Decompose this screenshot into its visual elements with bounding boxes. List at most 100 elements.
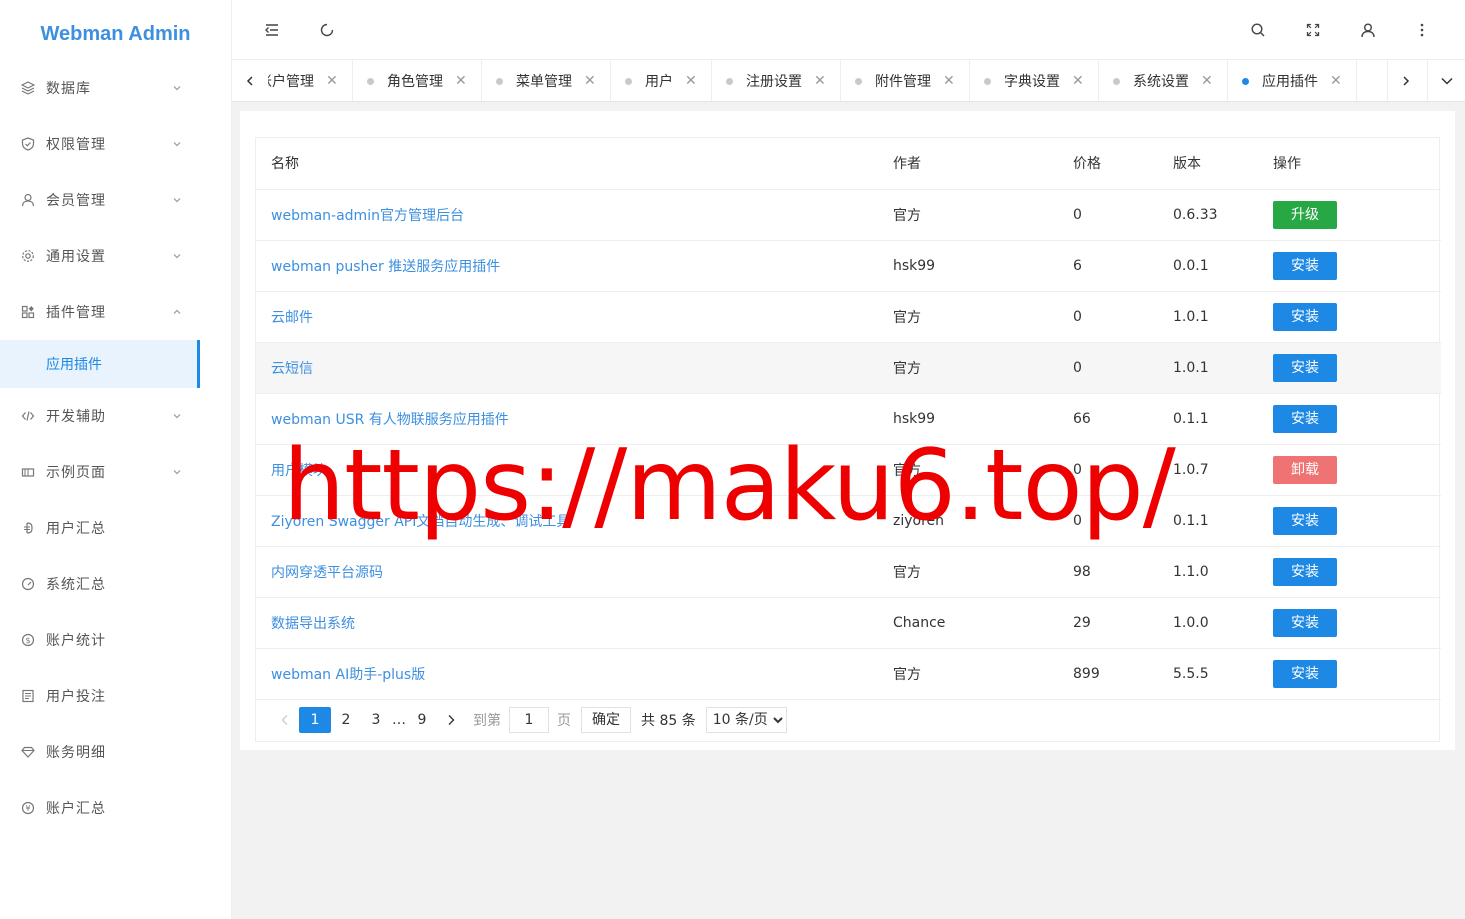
yen-circle-icon: ¥ xyxy=(20,800,36,816)
plugin-version: 1.0.7 xyxy=(1158,444,1258,496)
plugin-name-link[interactable]: webman-admin官方管理后台 xyxy=(271,208,464,224)
tab-scroll-left-button[interactable] xyxy=(232,60,268,101)
plugin-author: 官方 xyxy=(878,648,1058,700)
page-ellipsis[interactable]: … xyxy=(391,712,407,728)
page-size-select[interactable]: 10 条/页 xyxy=(705,707,787,733)
chevron-down-icon xyxy=(172,139,182,149)
tab-strip: 账户管理 ✕ 角色管理 ✕ 菜单管理 ✕ 用户 ✕ 注册设置 ✕ 附件管理 ✕ xyxy=(268,60,1384,101)
sidebar-item-database[interactable]: 数据库 xyxy=(0,60,231,116)
sidebar-item-account-details[interactable]: 账务明细 xyxy=(0,724,231,780)
tab-role-management[interactable]: 角色管理 ✕ xyxy=(353,60,482,101)
table-row: 用户模块 官方 0 1.0.7 卸载 xyxy=(256,444,1441,496)
install-button[interactable]: 安装 xyxy=(1273,353,1337,382)
plugin-name-link[interactable]: 内网穿透平台源码 xyxy=(271,565,383,581)
tab-users[interactable]: 用户 ✕ xyxy=(611,60,712,101)
install-button[interactable]: 安装 xyxy=(1273,251,1337,280)
table-row: 内网穿透平台源码 官方 98 1.1.0 安装 xyxy=(256,546,1441,598)
sidebar-item-members[interactable]: 会员管理 xyxy=(0,172,231,228)
page-1-button[interactable]: 1 xyxy=(299,707,331,733)
install-button[interactable]: 安装 xyxy=(1273,659,1337,688)
plugin-name-link[interactable]: 用户模块 xyxy=(271,463,327,479)
sidebar-subitem-app-plugins[interactable]: 应用插件 xyxy=(0,340,200,388)
close-icon[interactable]: ✕ xyxy=(943,73,955,89)
install-button[interactable]: 安装 xyxy=(1273,557,1337,586)
close-icon[interactable]: ✕ xyxy=(1330,73,1342,89)
sidebar-item-label: 权限管理 xyxy=(46,137,106,153)
page-last-button[interactable]: 9 xyxy=(407,707,437,733)
plugin-version: 1.0.1 xyxy=(1158,291,1258,343)
uninstall-button[interactable]: 卸载 xyxy=(1273,455,1337,484)
app-logo[interactable]: Webman Admin xyxy=(0,0,231,60)
goto-confirm-button[interactable]: 确定 xyxy=(581,707,631,733)
plugin-name-link[interactable]: webman AI助手-plus版 xyxy=(271,667,425,683)
close-icon[interactable]: ✕ xyxy=(326,73,338,89)
plugin-author: 官方 xyxy=(878,291,1058,343)
goto-page-input[interactable] xyxy=(509,707,549,733)
install-button[interactable]: 安装 xyxy=(1273,404,1337,433)
tab-system-settings[interactable]: 系统设置 ✕ xyxy=(1099,60,1228,101)
upgrade-button[interactable]: 升级 xyxy=(1273,200,1337,229)
fullscreen-icon[interactable] xyxy=(1303,20,1323,40)
close-icon[interactable]: ✕ xyxy=(1072,73,1084,89)
plugin-version: 1.1.0 xyxy=(1158,546,1258,598)
sidebar-item-user-summary[interactable]: 用户汇总 xyxy=(0,500,231,556)
plugin-name-link[interactable]: 云短信 xyxy=(271,361,313,377)
database-icon xyxy=(20,80,36,96)
table-row: 云短信 官方 0 1.0.1 安装 xyxy=(256,342,1441,394)
gear-icon xyxy=(20,248,36,264)
close-icon[interactable]: ✕ xyxy=(455,73,467,89)
tab-label: 应用插件 xyxy=(1262,74,1318,90)
install-button[interactable]: 安装 xyxy=(1273,506,1337,535)
close-icon[interactable]: ✕ xyxy=(685,73,697,89)
chevron-up-icon xyxy=(172,307,182,317)
plugin-name-link[interactable]: 云邮件 xyxy=(271,310,313,326)
tab-app-plugins[interactable]: 应用插件 ✕ xyxy=(1228,60,1357,101)
next-page-button[interactable] xyxy=(437,707,465,733)
tab-scroll-right-button[interactable] xyxy=(1387,60,1423,101)
goto-label: 到第 xyxy=(473,713,501,729)
tab-account-management[interactable]: 账户管理 ✕ xyxy=(268,60,353,101)
tab-dot xyxy=(984,77,991,85)
sidebar-item-dev-tools[interactable]: 开发辅助 xyxy=(0,388,231,444)
plugin-version: 0.6.33 xyxy=(1158,189,1258,241)
plugin-name-link[interactable]: webman USR 有人物联服务应用插件 xyxy=(271,412,509,428)
plugin-name-link[interactable]: 数据导出系统 xyxy=(271,616,355,632)
user-profile-icon[interactable] xyxy=(1358,20,1378,40)
install-button[interactable]: 安装 xyxy=(1273,302,1337,331)
sidebar-item-system-summary[interactable]: 系统汇总 xyxy=(0,556,231,612)
sidebar-item-account-summary[interactable]: ¥ 账户汇总 xyxy=(0,780,231,836)
close-icon[interactable]: ✕ xyxy=(1201,73,1213,89)
dollar-circle-icon: $ xyxy=(20,632,36,648)
table-row: webman USR 有人物联服务应用插件 hsk99 66 0.1.1 安装 xyxy=(256,393,1441,445)
column-header-author: 作者 xyxy=(878,138,1058,190)
svg-text:$: $ xyxy=(25,636,30,645)
tab-registration-settings[interactable]: 注册设置 ✕ xyxy=(712,60,841,101)
page-2-button[interactable]: 2 xyxy=(331,707,361,733)
refresh-icon[interactable] xyxy=(317,20,337,40)
sidebar-item-general-settings[interactable]: 通用设置 xyxy=(0,228,231,284)
prev-page-button[interactable] xyxy=(271,707,299,733)
plugin-price: 899 xyxy=(1058,648,1158,700)
tab-dropdown-button[interactable] xyxy=(1427,60,1465,101)
sidebar-item-user-bets[interactable]: 用户投注 xyxy=(0,668,231,724)
plugin-name-link[interactable]: Ziyoren Swagger API文档自动生成、调试工具 xyxy=(271,514,570,530)
sidebar-item-label: 示例页面 xyxy=(46,465,106,481)
page-3-button[interactable]: 3 xyxy=(361,707,391,733)
collapse-menu-icon[interactable] xyxy=(262,20,282,40)
sidebar-item-account-stats[interactable]: $ 账户统计 xyxy=(0,612,231,668)
sidebar-item-label: 开发辅助 xyxy=(46,409,106,425)
sidebar-item-examples[interactable]: 示例页面 xyxy=(0,444,231,500)
tab-dot-active xyxy=(1242,77,1249,85)
sidebar-item-plugins[interactable]: 插件管理 xyxy=(0,284,231,340)
search-icon[interactable] xyxy=(1248,20,1268,40)
close-icon[interactable]: ✕ xyxy=(814,73,826,89)
plugin-author: hsk99 xyxy=(878,240,1058,292)
tab-dictionary-settings[interactable]: 字典设置 ✕ xyxy=(970,60,1099,101)
tab-menu-management[interactable]: 菜单管理 ✕ xyxy=(482,60,611,101)
install-button[interactable]: 安装 xyxy=(1273,608,1337,637)
tab-attachment-management[interactable]: 附件管理 ✕ xyxy=(841,60,970,101)
more-vertical-icon[interactable] xyxy=(1412,20,1432,40)
sidebar-item-permissions[interactable]: 权限管理 xyxy=(0,116,231,172)
plugin-name-link[interactable]: webman pusher 推送服务应用插件 xyxy=(271,259,500,275)
close-icon[interactable]: ✕ xyxy=(584,73,596,89)
